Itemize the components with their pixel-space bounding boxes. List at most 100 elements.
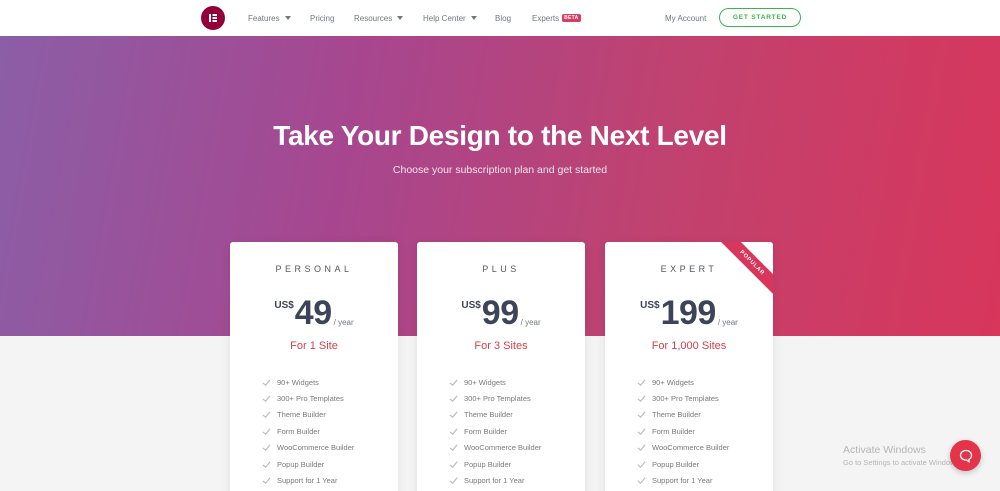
feature-item: Theme Builder <box>262 407 354 423</box>
nav-item-label: Resources <box>354 13 393 23</box>
feature-label: WooCommerce Builder <box>277 443 355 453</box>
nav-item-label: Experts <box>532 13 560 23</box>
watermark-title: Activate Windows <box>843 444 926 456</box>
plan-name: EXPERT <box>660 264 718 274</box>
feature-label: WooCommerce Builder <box>464 443 542 453</box>
check-icon <box>637 461 646 468</box>
feature-item: 300+ Pro Templates <box>449 390 541 406</box>
feature-item: Support for 1 Year <box>449 472 541 488</box>
feature-item: Theme Builder <box>637 407 729 423</box>
check-icon <box>637 395 646 403</box>
check-icon <box>449 444 458 452</box>
check-icon <box>637 379 646 386</box>
feature-item: 90+ Widgets <box>262 374 354 390</box>
feature-item: 300+ Pro Templates <box>637 390 729 406</box>
price: US$ 99 / year <box>417 296 585 330</box>
chevron-down-icon <box>284 16 291 20</box>
check-icon <box>637 444 646 452</box>
check-icon <box>637 477 646 485</box>
nav-item-experts[interactable]: Experts BETA <box>532 0 581 36</box>
feature-label: 90+ Widgets <box>277 377 319 387</box>
nav-item-label: Blog <box>495 13 512 23</box>
price: US$ 199 / year <box>605 296 773 330</box>
price-currency: US$ <box>640 300 660 311</box>
nav-item-pricing[interactable]: Pricing <box>310 0 334 36</box>
feature-label: Theme Builder <box>652 410 701 420</box>
nav-item-blog[interactable]: Blog <box>495 0 511 36</box>
activate-windows-watermark: Activate Windows Go to Settings to activ… <box>843 444 961 467</box>
hero-title: Take Your Design to the Next Level <box>273 120 727 151</box>
feature-label: Popup Builder <box>277 459 325 469</box>
my-account-link[interactable]: My Account <box>665 0 706 36</box>
pricing-card-expert: POPULAR EXPERT US$ 199 / year For 1,000 … <box>605 242 773 491</box>
feature-label: 90+ Widgets <box>464 377 506 387</box>
feature-label: 300+ Pro Templates <box>277 394 344 404</box>
nav-item-help-center[interactable]: Help Center <box>423 0 477 36</box>
feature-item: Form Builder <box>262 423 354 439</box>
feature-item: WooCommerce Builder <box>262 440 354 456</box>
feature-label: Theme Builder <box>464 410 513 420</box>
feature-item: WooCommerce Builder <box>449 440 541 456</box>
check-icon <box>449 411 458 419</box>
check-icon <box>262 379 271 386</box>
nav-item-features[interactable]: Features <box>248 0 291 36</box>
feature-item: 90+ Widgets <box>449 374 541 390</box>
price-amount: 99 <box>481 294 519 332</box>
feature-label: 300+ Pro Templates <box>464 394 531 404</box>
feature-label: WooCommerce Builder <box>652 443 730 453</box>
get-started-button[interactable]: GET STARTED <box>719 8 801 27</box>
plan-sites: For 1,000 Sites <box>651 340 727 352</box>
feature-item: Popup Builder <box>262 456 354 472</box>
feature-label: Form Builder <box>464 426 507 436</box>
price-currency: US$ <box>274 300 294 311</box>
feature-label: Theme Builder <box>277 410 326 420</box>
plan-sites: For 1 Site <box>290 340 338 352</box>
check-icon <box>449 379 458 386</box>
nav-item-resources[interactable]: Resources <box>354 0 404 36</box>
feature-item: Form Builder <box>449 423 541 439</box>
hero-subtitle: Choose your subscription plan and get st… <box>392 164 608 176</box>
feature-label: 300+ Pro Templates <box>652 394 719 404</box>
feature-label: Support for 1 Year <box>464 476 525 486</box>
price-period: / year <box>333 318 354 327</box>
feature-item: Support for 1 Year <box>637 472 729 488</box>
check-icon <box>262 395 271 403</box>
plan-name: PLUS <box>482 264 520 274</box>
price: US$ 49 / year <box>230 296 398 330</box>
feature-item: 90+ Widgets <box>637 374 729 390</box>
nav-item-label: Pricing <box>310 13 335 23</box>
feature-item: Form Builder <box>637 423 729 439</box>
feature-item: Popup Builder <box>637 456 729 472</box>
price-amount: 199 <box>660 294 717 332</box>
price-amount: 49 <box>294 294 332 332</box>
feature-label: Popup Builder <box>652 459 700 469</box>
feature-item: 300+ Pro Templates <box>262 390 354 406</box>
check-icon <box>637 428 646 435</box>
feature-label: Form Builder <box>652 426 695 436</box>
watermark-subtitle: Go to Settings to activate Windows. <box>843 458 962 467</box>
plan-name: PERSONAL <box>275 264 353 274</box>
feature-list: 90+ Widgets 300+ Pro Templates Theme Bui… <box>449 374 541 489</box>
chevron-down-icon <box>470 16 477 20</box>
feature-label: 90+ Widgets <box>652 377 694 387</box>
feature-item: Theme Builder <box>449 407 541 423</box>
feature-list: 90+ Widgets 300+ Pro Templates Theme Bui… <box>262 374 354 489</box>
chat-button[interactable] <box>950 440 981 471</box>
plan-sites: For 3 Sites <box>474 340 528 352</box>
feature-label: Support for 1 Year <box>277 476 338 486</box>
check-icon <box>449 477 458 485</box>
chat-bubble-icon <box>959 449 972 463</box>
check-icon <box>262 428 271 435</box>
top-navigation: Features Pricing Resources Help Center B… <box>0 0 1000 36</box>
pricing-card-personal: PERSONAL US$ 49 / year For 1 Site 90+ Wi… <box>230 242 398 491</box>
price-currency: US$ <box>461 300 481 311</box>
feature-label: Popup Builder <box>464 459 512 469</box>
check-icon <box>262 444 271 452</box>
elementor-logo-icon[interactable] <box>201 6 225 30</box>
price-period: / year <box>717 318 738 327</box>
feature-label: Support for 1 Year <box>652 476 713 486</box>
check-icon <box>449 428 458 435</box>
nav-item-label: Help Center <box>423 13 466 23</box>
chevron-down-icon <box>397 16 404 20</box>
check-icon <box>637 411 646 419</box>
